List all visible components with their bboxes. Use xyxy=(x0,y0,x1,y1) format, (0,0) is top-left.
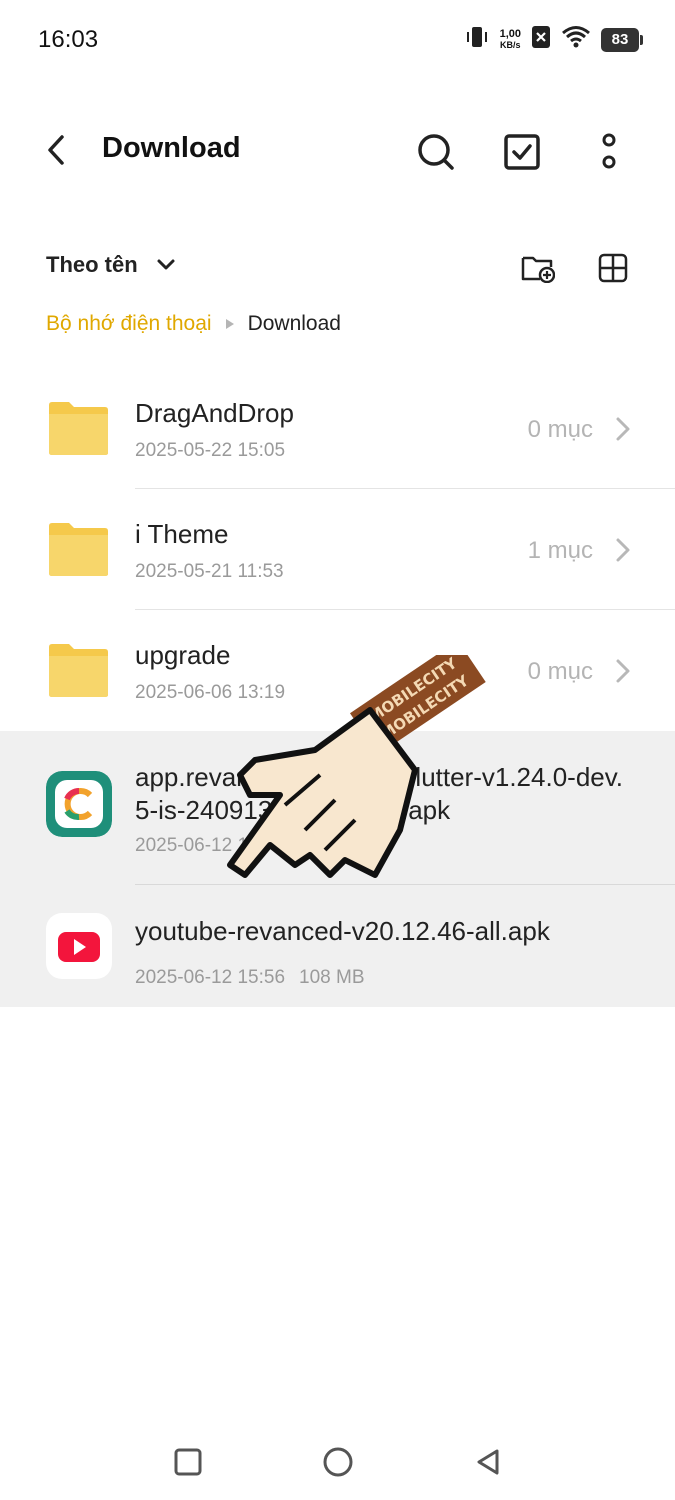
file-date: 2025-06-12 15:56 xyxy=(135,967,286,988)
search-button[interactable] xyxy=(414,130,458,174)
folder-date: 2025-05-21 11:53 xyxy=(135,561,284,582)
more-vertical-icon xyxy=(602,133,616,169)
file-list: DragAndDrop 2025-05-22 15:05 0 mục i The… xyxy=(0,368,675,1007)
recents-button[interactable] xyxy=(168,1442,208,1482)
breadcrumb: Bộ nhớ điện thoại Download xyxy=(46,312,341,336)
back-nav-button[interactable] xyxy=(468,1442,508,1482)
triangle-back-icon xyxy=(477,1449,499,1475)
file-row-revanced-manager[interactable]: app.revanced.manager.flutter-v1.24.0-dev… xyxy=(0,731,675,885)
battery-indicator: 83 xyxy=(601,27,643,52)
folder-row-upgrade[interactable]: upgrade 2025-06-06 13:19 0 mục xyxy=(0,610,675,731)
folder-date: 2025-05-22 15:05 xyxy=(135,440,286,461)
network-speed: 1,00 KB/s xyxy=(499,27,521,51)
page-title: Download xyxy=(102,132,241,164)
select-mode-button[interactable] xyxy=(500,130,544,174)
chevron-right-icon xyxy=(616,417,630,441)
chevron-right-icon xyxy=(616,538,630,562)
breadcrumb-root[interactable]: Bộ nhớ điện thoại xyxy=(46,312,212,336)
chevron-down-icon xyxy=(157,259,175,270)
search-icon xyxy=(418,134,454,170)
back-button[interactable] xyxy=(36,130,76,170)
file-meta: 2025-06-12 15:56 108 MB xyxy=(135,967,365,989)
sort-dropdown[interactable]: Theo tên xyxy=(46,252,176,278)
breadcrumb-current: Download xyxy=(247,312,341,335)
folder-name: upgrade xyxy=(135,640,231,670)
wifi-icon xyxy=(561,25,591,54)
app-bar: Download xyxy=(0,110,675,190)
folder-row-i-theme[interactable]: i Theme 2025-05-21 11:53 1 mục xyxy=(0,489,675,610)
folder-name: DragAndDrop xyxy=(135,398,294,428)
folder-icon xyxy=(49,644,108,697)
grid-view-button[interactable] xyxy=(595,250,631,286)
status-bar: 16:03 1,00 KB/s 83 xyxy=(0,0,675,80)
navigation-bar xyxy=(0,1420,675,1500)
back-arrow-icon xyxy=(48,135,64,165)
folder-name: i Theme xyxy=(135,519,229,549)
folder-row-draganddrop[interactable]: DragAndDrop 2025-05-22 15:05 0 mục xyxy=(0,368,675,489)
new-folder-button[interactable] xyxy=(520,250,556,286)
new-folder-icon xyxy=(521,256,555,283)
folder-date: 2025-06-06 13:19 xyxy=(135,682,286,703)
file-date: 2025-06-12 1 xyxy=(135,835,249,856)
folder-item-count: 0 mục xyxy=(527,658,593,685)
more-options-button[interactable] xyxy=(587,130,631,174)
file-row-youtube-revanced[interactable]: youtube-revanced-v20.12.46-all.apk 2025-… xyxy=(0,885,675,1007)
sort-label: Theo tên xyxy=(46,252,138,277)
chevron-right-icon xyxy=(616,659,630,683)
square-recents-icon xyxy=(174,1448,202,1476)
status-time: 16:03 xyxy=(38,26,99,53)
checkbox-icon xyxy=(504,134,540,170)
file-size: 108 MB xyxy=(299,967,365,988)
youtube-icon xyxy=(46,913,112,979)
folder-item-count: 1 mục xyxy=(527,537,593,564)
grid-view-icon xyxy=(598,253,628,283)
file-manager-screen: 16:03 1,00 KB/s 83 Download Theo tên Bộ … xyxy=(0,0,675,1500)
home-button[interactable] xyxy=(318,1442,358,1482)
folder-icon xyxy=(49,523,108,576)
network-speed-value: 1,00 xyxy=(499,27,521,40)
sort-toolbar: Theo tên xyxy=(0,240,675,296)
revanced-app-icon xyxy=(46,771,112,837)
file-name: youtube-revanced-v20.12.46-all.apk xyxy=(135,916,550,946)
breadcrumb-separator-icon xyxy=(225,319,234,329)
circle-home-icon xyxy=(323,1447,353,1477)
folder-icon xyxy=(49,402,108,455)
folder-item-count: 0 mục xyxy=(527,416,593,443)
sim-disabled-icon xyxy=(531,25,551,54)
status-icons: 1,00 KB/s 83 xyxy=(464,24,643,55)
network-speed-unit: KB/s xyxy=(500,39,521,50)
vibrate-icon xyxy=(464,24,490,55)
file-name: app.revanced.manager.flutter-v1.24.0-dev… xyxy=(135,762,624,825)
